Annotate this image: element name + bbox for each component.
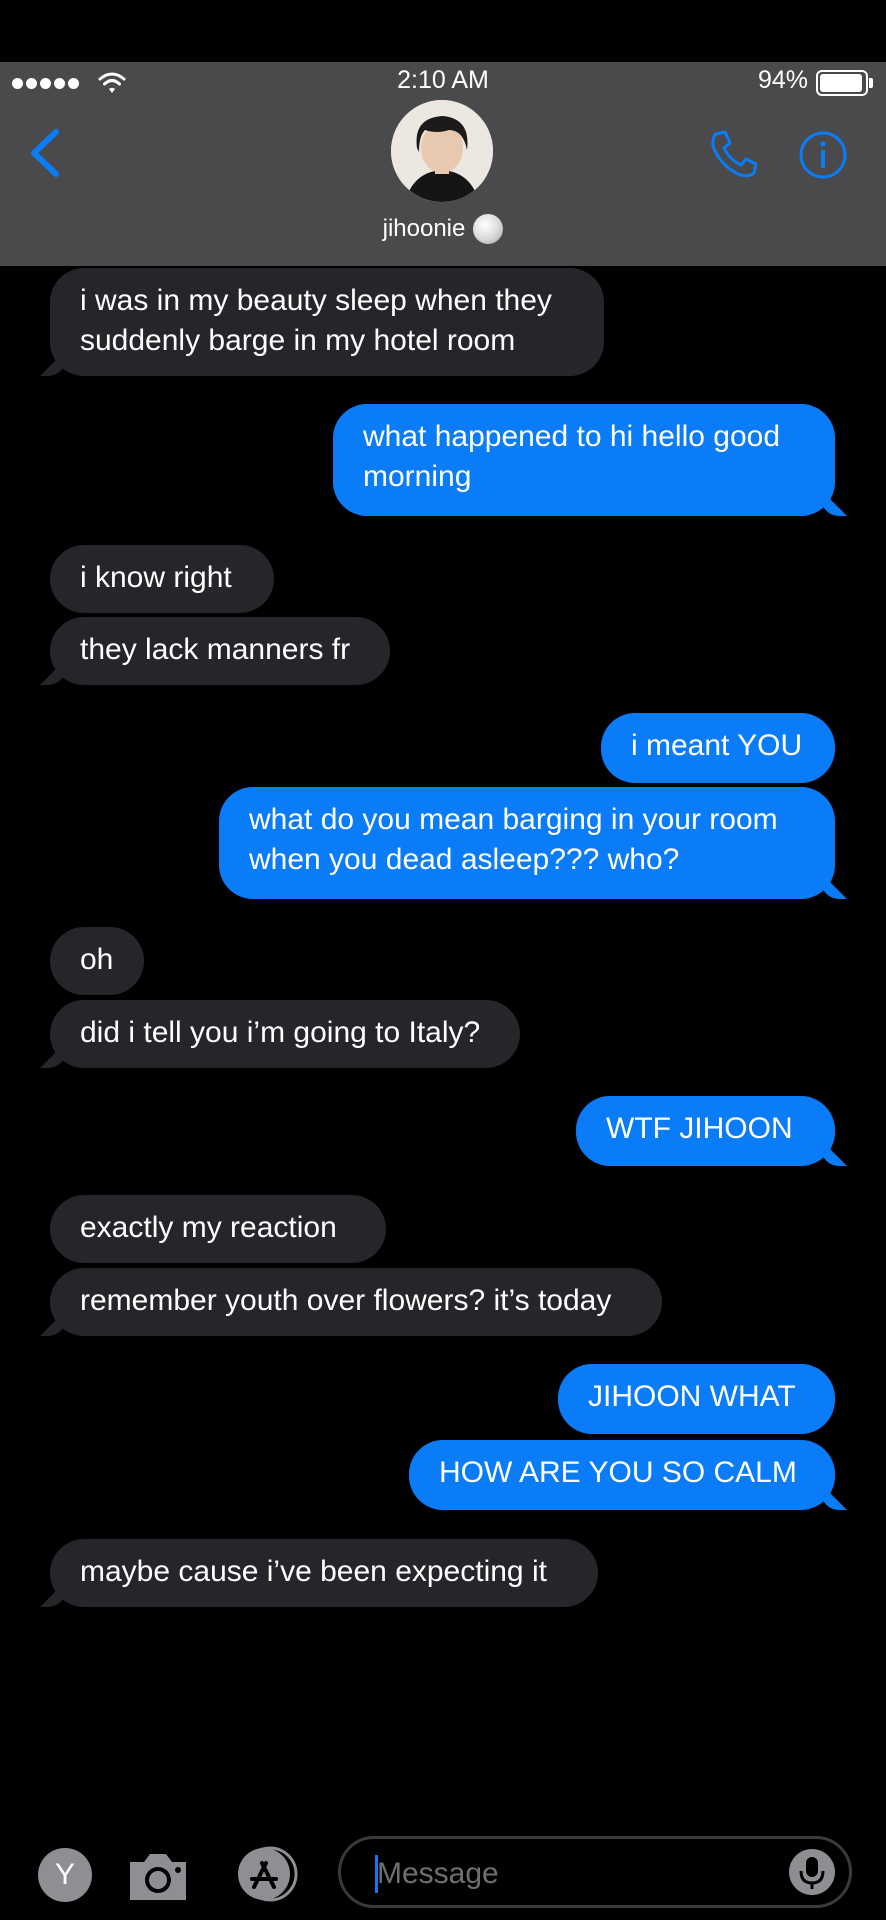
battery-percentage: 94% [757,66,808,94]
message-incoming[interactable]: oh [50,927,144,995]
message-incoming[interactable]: they lack manners fr [50,617,390,685]
phone-call-icon[interactable] [708,128,760,180]
camera-icon[interactable] [126,1848,190,1904]
message-incoming[interactable]: i know right [50,545,274,613]
microphone-icon [799,1857,825,1889]
avatar-photo [391,100,493,202]
message-outgoing[interactable]: JIHOON WHAT [558,1364,835,1434]
status-time: 2:10 AM [397,66,489,94]
message-incoming[interactable]: exactly my reaction [50,1195,386,1263]
info-icon[interactable] [799,131,847,179]
microphone-button[interactable] [789,1849,835,1895]
message-input[interactable] [375,1851,779,1897]
message-outgoing[interactable]: WTF JIHOON [576,1096,835,1166]
message-incoming[interactable]: maybe cause i’ve been expecting it [50,1539,598,1607]
message-incoming[interactable]: i was in my beauty sleep when they sudde… [50,268,604,376]
contact-name-text: jihoonie [382,215,466,242]
message-outgoing[interactable]: what do you mean barging in your room wh… [219,787,835,899]
message-incoming[interactable]: remember youth over flowers? it’s today [50,1268,662,1336]
contact-name[interactable]: jihoonie [0,214,886,244]
message-input-container[interactable] [338,1836,852,1908]
app-store-icon[interactable] [232,1845,308,1903]
moon-emoji-icon [473,214,504,244]
apps-y-button[interactable]: Y [38,1848,92,1902]
message-incoming[interactable]: did i tell you i’m going to Italy? [50,1000,520,1068]
message-outgoing[interactable]: HOW ARE YOU SO CALM [409,1440,835,1510]
message-outgoing[interactable]: i meant YOU [601,713,835,783]
battery-icon [816,70,873,96]
message-outgoing[interactable]: what happened to hi hello good morning [333,404,835,516]
contact-avatar[interactable] [391,100,493,202]
back-chevron-icon[interactable] [26,126,66,180]
